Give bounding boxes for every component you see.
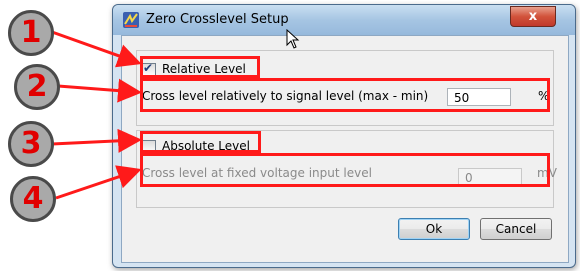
badge-4: 4	[10, 176, 56, 222]
arrow-2	[57, 78, 142, 103]
badge-3: 3	[8, 121, 54, 167]
arrow-3	[51, 128, 142, 153]
arrow-4	[55, 165, 142, 200]
badge-1: 1	[8, 10, 54, 56]
callout-arrows	[51, 30, 142, 200]
arrow-1	[51, 30, 142, 68]
badge-2: 2	[14, 64, 60, 110]
